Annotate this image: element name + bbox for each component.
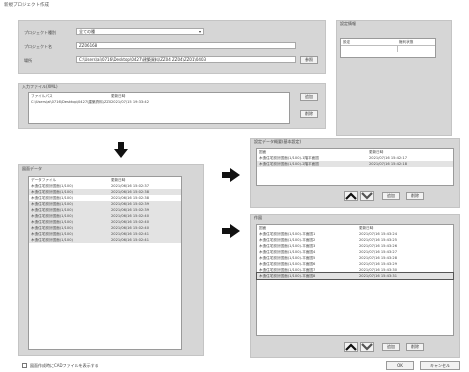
target2-row-name: 木造住宅設計図面(1/100)-平面図4 [259,249,316,254]
target1-row[interactable]: 木造住宅設計図面(1/100)-2階平面図 2021/07/16 15:42:18 [257,161,453,167]
side-panel-list[interactable]: 設定 権利状態 [340,38,436,58]
source-row-date: 2021/06/16 15:02:39 [111,202,149,206]
target2-row-date: 2021/07/16 15:43:25 [359,238,397,242]
source-row-name: 木造住宅設計図面(1/100) [31,201,73,206]
input-col-path: ファイルパス [31,93,53,98]
target1-col-date: 更新日時 [369,149,384,154]
target2-col-name: 図面 [259,225,267,230]
source-row-name: 木造住宅設計図面(1/100) [31,219,73,224]
source-row-name: 木造住宅設計図面(1/100) [31,231,73,236]
side-panel-title: 設定情報 [340,21,356,26]
target1-delete-button[interactable]: 削除 [406,192,424,200]
project-type-select[interactable]: 全ての種 ▾ [76,28,204,35]
window-title: 新規プロジェクト作成 [4,3,49,8]
source-row-name: 木造住宅設計図面(1/100) [31,207,73,212]
source-col-file: データファイル [31,177,57,182]
target1-up-button[interactable] [344,191,358,201]
input-delete-button[interactable]: 削除 [300,110,318,118]
chevron-up-icon [345,192,357,200]
target2-row-name: 木造住宅設計図面(1/100)-平面図6 [259,261,316,266]
target1-add-button[interactable]: 追加 [382,192,400,200]
side-col-status: 権利状態 [399,39,414,44]
target2-row-date: 2021/07/16 15:43:31 [359,274,397,278]
chevron-up-icon [345,343,357,351]
arrow-right-icon[interactable] [222,224,240,238]
source-row-name: 木造住宅設計図面(1/100) [31,189,73,194]
source-row-name: 木造住宅設計図面(1/100) [31,225,73,230]
project-type-value: 全ての種 [79,28,95,34]
target1-title: 設定データ概要(基本設定) [254,139,302,144]
cancel-button[interactable]: キャンセル [420,361,460,370]
chevron-down-icon [361,192,373,200]
target1-list[interactable]: 図面 更新日時 木造住宅設計図面(1/100)-1階平面図 2021/07/16 … [256,148,454,186]
target2-row-name: 木造住宅設計図面(1/100)-平面図1 [259,231,316,236]
source-col-date: 更新日時 [111,177,126,182]
target2-row-date: 2021/07/16 15:43:28 [359,256,397,260]
target1-row-date: 2021/07/16 15:42:18 [369,162,407,166]
input-col-date: 更新日時 [111,93,126,98]
target2-list[interactable]: 図面 更新日時 木造住宅設計図面(1/100)-平面図1 2021/07/16 1… [256,224,454,336]
target2-row-name: 木造住宅設計図面(1/100)-平面図8 [259,273,316,278]
source-row-name: 木造住宅設計図面(1/100) [31,213,73,218]
project-folder-label: 場所 [24,58,32,63]
chevron-down-icon: ▾ [198,29,201,34]
project-name-input[interactable]: ZZ06168 [76,42,296,49]
target2-row-name: 木造住宅設計図面(1/100)-平面図5 [259,255,316,260]
input-file-date: 2021/07/15 19:33:42 [111,100,149,104]
target2-title: 作図 [254,215,262,220]
source-row-name: 木造住宅設計図面(1/100) [31,237,73,242]
target2-add-button[interactable]: 追加 [382,343,400,351]
source-row-date: 2021/06/16 15:02:40 [111,226,149,230]
target2-row-date: 2021/07/16 15:43:26 [359,244,397,248]
source-row-date: 2021/06/16 15:02:38 [111,196,149,200]
source-row-date: 2021/06/16 15:02:41 [111,232,149,236]
input-file-row[interactable]: C:\Users\ai\0716\Desktop\0427\建築資料\ZZ04 … [29,99,289,105]
target2-up-button[interactable] [344,342,358,352]
show-cad-checkbox[interactable] [22,363,27,368]
source-row-date: 2021/06/16 15:02:38 [111,190,149,194]
browse-button[interactable]: 参照 [300,56,318,64]
target2-row-date: 2021/07/16 15:43:29 [359,262,397,266]
project-name-label: プロジェクト名 [24,44,52,49]
target2-down-button[interactable] [360,342,374,352]
target1-row-date: 2021/07/16 15:42:17 [369,156,407,160]
side-panel-empty-row [341,45,435,52]
source-row-name: 木造住宅設計図面(1/100) [31,195,73,200]
source-row-date: 2021/06/16 15:02:39 [111,208,149,212]
source-row-date: 2021/06/16 15:02:40 [111,220,149,224]
source-list[interactable]: データファイル 更新日時 木造住宅設計図面(1/100) 2021/06/16 1… [28,176,182,350]
target2-row-name: 木造住宅設計図面(1/100)-平面図3 [259,243,316,248]
target2-row-date: 2021/07/16 15:43:30 [359,268,397,272]
target2-delete-button[interactable]: 削除 [406,343,424,351]
target2-row-name: 木造住宅設計図面(1/100)-平面図2 [259,237,316,242]
source-title: 図面データ [22,166,42,171]
project-type-label: プロジェクト種別 [24,30,56,35]
target2-row[interactable]: 木造住宅設計図面(1/100)-平面図8 2021/07/16 15:43:31 [256,272,454,280]
chevron-down-icon [361,343,373,351]
project-folder-input[interactable]: C:\Users\ai\0716\Desktop\0427\建築資料\ZZ04 … [76,56,296,63]
input-file-list[interactable]: ファイルパス 更新日時 C:\Users\ai\0716\Desktop\042… [28,92,290,124]
source-row-date: 2021/06/16 15:02:41 [111,238,149,242]
target2-row-date: 2021/07/16 15:43:27 [359,250,397,254]
side-col-setting: 設定 [343,39,351,44]
target1-down-button[interactable] [360,191,374,201]
input-file-title: 入力ファイル(XML) [22,84,58,89]
source-row-name: 木造住宅設計図面(1/100) [31,183,73,188]
target1-row-name: 木造住宅設計図面(1/100)-2階平面図 [259,161,319,166]
input-add-button[interactable]: 追加 [300,93,318,101]
source-row-date: 2021/06/16 15:02:40 [111,214,149,218]
arrow-down-icon [114,142,128,158]
arrow-right-icon[interactable] [222,168,240,182]
source-row[interactable]: 木造住宅設計図面(1/100) 2021/06/16 15:02:41 [29,237,181,243]
target2-col-date: 更新日時 [359,225,374,230]
target1-row-name: 木造住宅設計図面(1/100)-1階平面図 [259,155,319,160]
target2-row-date: 2021/07/16 15:43:24 [359,232,397,236]
show-cad-label: 図面作成時にCADファイルを表示する [30,363,99,368]
ok-button[interactable]: OK [386,361,414,370]
input-file-path: C:\Users\ai\0716\Desktop\0427\建築資料\ZZ04 … [31,99,111,104]
target1-col-name: 図面 [259,149,267,154]
target2-row-name: 木造住宅設計図面(1/100)-平面図7 [259,267,316,272]
source-row-date: 2021/06/16 15:02:37 [111,184,149,188]
